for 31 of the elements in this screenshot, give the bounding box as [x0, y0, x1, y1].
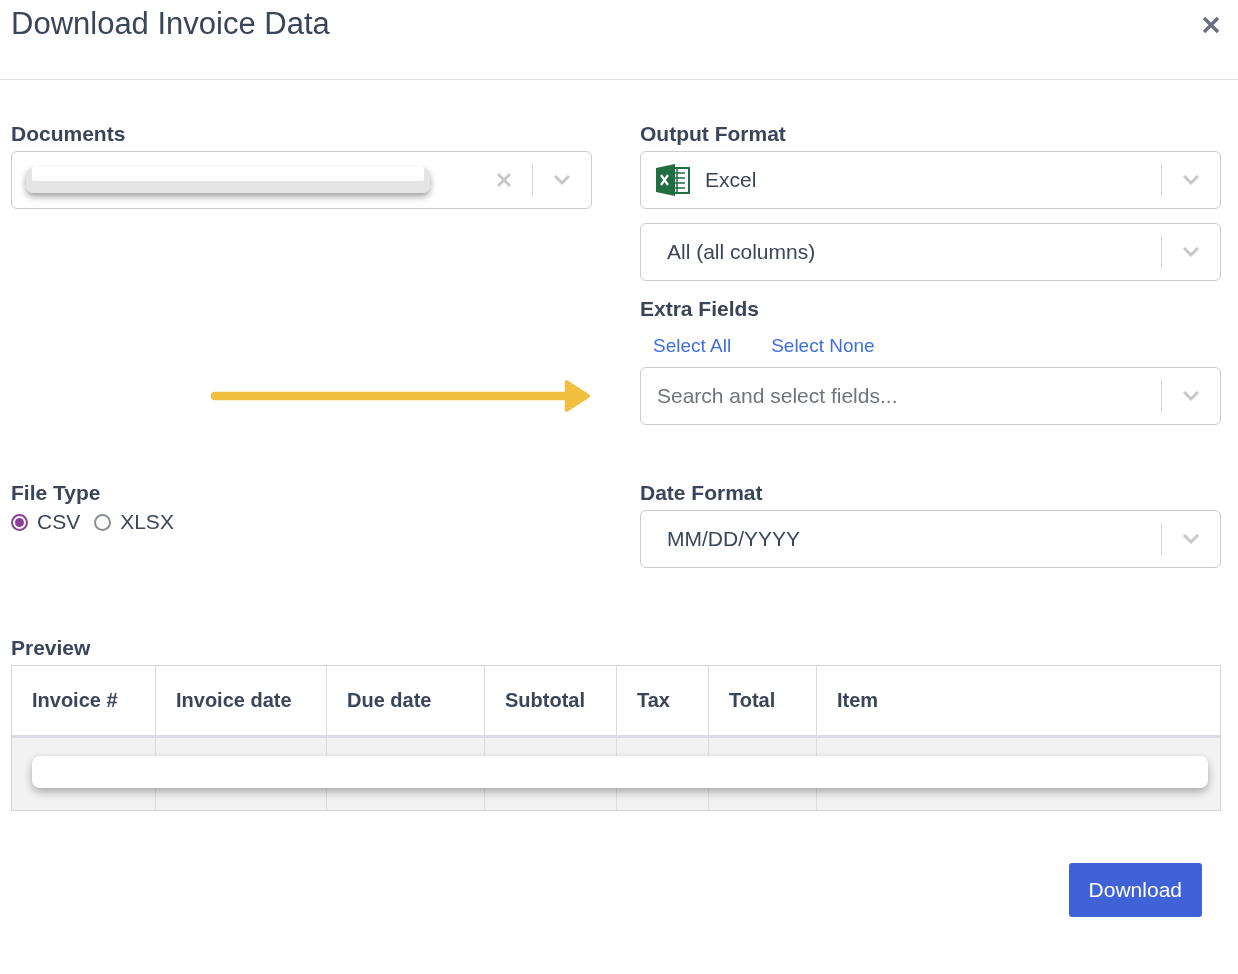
select-value: Excel — [705, 168, 757, 192]
radio-button[interactable] — [11, 513, 28, 531]
field-label: Documents — [11, 122, 127, 146]
chevron-down-icon — [1181, 246, 1201, 258]
field-label: Output Format — [640, 122, 787, 146]
field-label: File Type — [11, 481, 102, 505]
section-label: Preview — [11, 636, 92, 660]
dialog-title: Download Invoice Data — [11, 6, 330, 42]
select-field[interactable] — [11, 151, 592, 209]
radio-button[interactable] — [94, 513, 112, 531]
radio-label: XLSX — [120, 510, 174, 534]
chevron-down-icon — [1181, 174, 1201, 186]
placeholder-text: Search and select fields... — [657, 384, 898, 408]
select-value: MM/DD/YYYY — [667, 527, 800, 551]
select-field[interactable]: Excel — [640, 151, 1221, 209]
select-field[interactable]: Search and select fields... — [640, 367, 1221, 425]
select-field[interactable]: MM/DD/YYYY — [640, 510, 1221, 568]
field-label: Date Format — [640, 481, 764, 505]
select-link[interactable]: Select None — [771, 335, 875, 357]
select-field[interactable]: All (all columns) — [640, 223, 1221, 281]
select-link[interactable]: Select All — [653, 335, 732, 357]
close-icon[interactable] — [1202, 16, 1220, 34]
chevron-down-icon — [552, 174, 572, 186]
spreadsheet-icon — [655, 164, 691, 196]
radio-label: CSV — [37, 510, 81, 534]
clear-icon[interactable] — [496, 172, 512, 188]
chevron-down-icon — [1181, 533, 1201, 545]
field-label: Extra Fields — [640, 297, 761, 321]
download-button[interactable]: Download — [1068, 863, 1202, 917]
select-value: All (all columns) — [667, 240, 816, 264]
chevron-down-icon — [1181, 390, 1201, 402]
